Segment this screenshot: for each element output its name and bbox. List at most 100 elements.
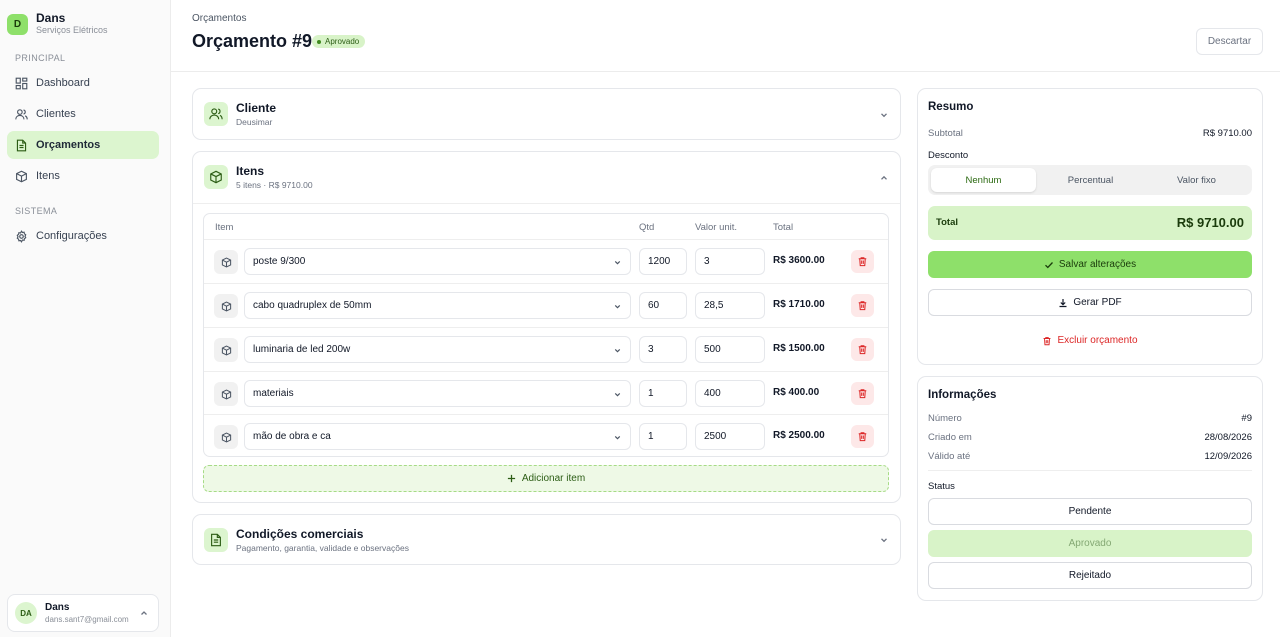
avatar: DA (15, 602, 37, 624)
status-option-rejected[interactable]: Rejeitado (928, 562, 1252, 589)
sidebar-item-dashboard[interactable]: Dashboard (7, 69, 159, 97)
box-icon (214, 338, 238, 362)
status-option-pending[interactable]: Pendente (928, 498, 1252, 525)
discount-option-percent[interactable]: Percentual (1038, 168, 1143, 192)
total-value: R$ 9710.00 (1176, 215, 1244, 230)
sidebar-item-itens[interactable]: Itens (7, 162, 159, 190)
sidebar-item-orcamentos[interactable]: Orçamentos (7, 131, 159, 159)
add-item-label: Adicionar item (521, 473, 586, 484)
sidebar-item-label: Configurações (36, 230, 107, 242)
chevron-down-icon (614, 261, 621, 265)
discard-button[interactable]: Descartar (1196, 28, 1263, 55)
unit-price-input[interactable]: 400 (695, 380, 765, 407)
column-header-item: Item (215, 222, 234, 233)
user-menu[interactable]: DA Dans dans.sant7@gmail.com (7, 594, 159, 632)
item-select[interactable]: materiais (244, 380, 631, 407)
discount-segmented-control: Nenhum Percentual Valor fixo (928, 165, 1252, 195)
chevron-down-icon[interactable] (879, 110, 889, 120)
sidebar-item-label: Dashboard (36, 77, 90, 89)
chevron-down-icon (614, 305, 621, 309)
discount-option-none[interactable]: Nenhum (931, 168, 1036, 192)
item-select[interactable]: poste 9/300 (244, 248, 631, 275)
discount-option-fixed[interactable]: Valor fixo (1144, 168, 1249, 192)
unit-price-input[interactable]: 500 (695, 336, 765, 363)
number-value: #9 (1241, 413, 1252, 424)
number-label: Número (928, 413, 962, 424)
trash-icon (858, 389, 867, 399)
item-select[interactable]: luminaria de led 200w (244, 336, 631, 363)
sidebar-item-clientes[interactable]: Clientes (7, 100, 159, 128)
trash-icon (858, 257, 867, 267)
table-row: poste 9/300 1200 3 R$ 3600.00 (204, 239, 888, 283)
row-total: R$ 1710.00 (773, 299, 825, 310)
row-total: R$ 2500.00 (773, 430, 825, 441)
item-select-value: materiais (253, 388, 294, 399)
unit-price-input[interactable]: 28,5 (695, 292, 765, 319)
conditions-section-subtitle: Pagamento, garantia, validade e observaç… (236, 543, 409, 553)
status-option-approved[interactable]: Aprovado (928, 530, 1252, 557)
generate-pdf-button[interactable]: Gerar PDF (928, 289, 1252, 316)
save-button-label: Salvar alterações (1058, 259, 1137, 270)
user-email: dans.sant7@gmail.com (45, 614, 129, 624)
brand-name: Dans (36, 11, 66, 25)
item-select[interactable]: mão de obra e ca (244, 423, 631, 450)
nav-section-sistema: SISTEMA (15, 206, 58, 216)
check-icon (1044, 261, 1053, 268)
trash-icon (1044, 336, 1051, 345)
sidebar-item-configuracoes[interactable]: Configurações (7, 222, 159, 250)
row-total: R$ 400.00 (773, 387, 820, 398)
gear-icon (15, 229, 28, 243)
info-title: Informações (928, 389, 997, 401)
unit-price-input[interactable]: 3 (695, 248, 765, 275)
page-title: Orçamento #9 (192, 31, 313, 51)
sidebar: D Dans Serviços Elétricos PRINCIPAL Dash… (0, 0, 171, 637)
created-label: Criado em (928, 432, 972, 443)
brand[interactable]: D Dans Serviços Elétricos (7, 12, 108, 36)
delete-row-button[interactable] (851, 425, 874, 448)
client-section[interactable]: Cliente Deusimar (192, 88, 901, 140)
info-divider (928, 470, 1252, 471)
delete-quote-button[interactable]: Excluir orçamento (928, 327, 1252, 354)
delete-row-button[interactable] (851, 250, 874, 273)
items-section-title: Itens (236, 164, 265, 178)
item-select-value: mão de obra e ca (253, 431, 331, 442)
qty-input[interactable]: 60 (639, 292, 687, 319)
delete-row-button[interactable] (851, 294, 874, 317)
chevron-down-icon (614, 393, 621, 397)
status-badge: Aprovado (312, 35, 366, 48)
chevron-up-icon[interactable] (879, 173, 889, 183)
item-select[interactable]: cabo quadruplex de 50mm (244, 292, 631, 319)
unit-price-input[interactable]: 2500 (695, 423, 765, 450)
generate-pdf-label: Gerar PDF (1073, 297, 1122, 308)
delete-row-button[interactable] (851, 382, 874, 405)
conditions-section[interactable]: Condições comerciais Pagamento, garantia… (192, 514, 901, 565)
summary-title: Resumo (928, 101, 974, 113)
total-box: Total R$ 9710.00 (928, 206, 1252, 240)
trash-icon (858, 345, 867, 355)
qty-input[interactable]: 1 (639, 423, 687, 450)
sidebar-item-label: Orçamentos (36, 139, 101, 151)
trash-icon (858, 301, 867, 311)
box-icon (214, 382, 238, 406)
chevron-up-icon (141, 611, 147, 615)
chevron-down-icon (614, 436, 621, 440)
sidebar-item-label: Itens (36, 170, 60, 182)
qty-input[interactable]: 3 (639, 336, 687, 363)
section-divider (193, 203, 900, 204)
row-total: R$ 1500.00 (773, 343, 825, 354)
trash-icon (858, 432, 867, 442)
save-button[interactable]: Salvar alterações (928, 251, 1252, 278)
document-icon (15, 139, 28, 152)
table-row: materiais 1 400 R$ 400.00 (204, 371, 888, 415)
chevron-down-icon[interactable] (879, 535, 889, 545)
status-dot (317, 39, 321, 44)
delete-row-button[interactable] (851, 338, 874, 361)
qty-input[interactable]: 1 (639, 380, 687, 407)
valid-until-label: Válido até (928, 451, 971, 462)
qty-input[interactable]: 1200 (639, 248, 687, 275)
breadcrumb[interactable]: Orçamentos (192, 13, 246, 24)
table-row: cabo quadruplex de 50mm 60 28,5 R$ 1710.… (204, 283, 888, 327)
column-header-qty: Qtd (639, 222, 655, 233)
users-icon (15, 108, 28, 121)
add-item-button[interactable]: Adicionar item (203, 465, 889, 492)
